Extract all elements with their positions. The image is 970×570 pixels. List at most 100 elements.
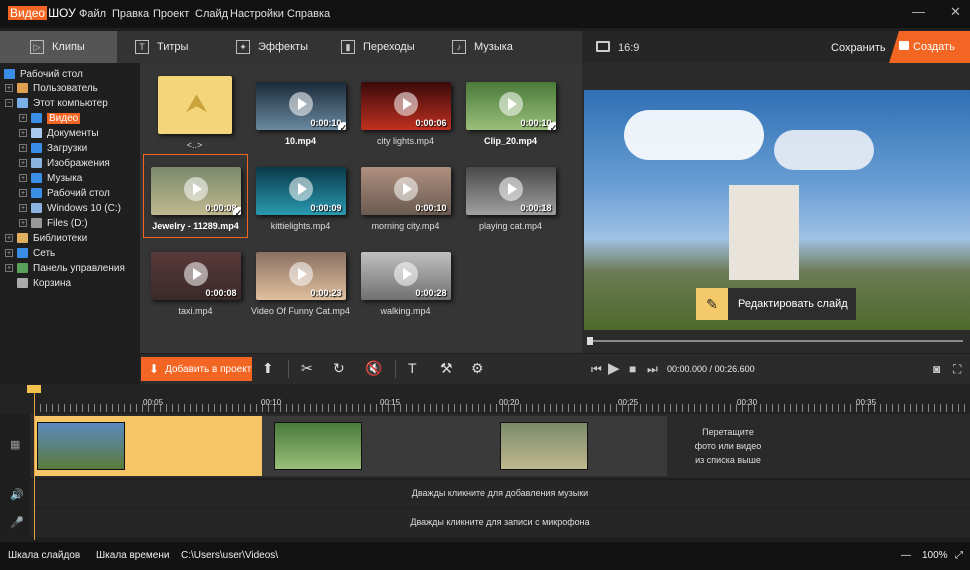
checkmark-icon: ✓ — [547, 122, 556, 130]
tree-item-desktop[interactable]: Рабочий стол — [4, 67, 83, 81]
tab-titles[interactable]: T Титры — [135, 31, 188, 63]
tree-item-this-pc[interactable]: − Этот компьютер — [5, 96, 108, 110]
expand-icon[interactable]: + — [5, 249, 13, 257]
prev-icon[interactable]: ⏮ — [591, 362, 602, 377]
timeline-clip[interactable] — [37, 422, 125, 470]
timeline-clip[interactable] — [274, 422, 362, 470]
tree-item-network[interactable]: + Сеть — [5, 246, 55, 260]
next-icon[interactable]: ⏭ — [647, 362, 658, 377]
tree-item-documents[interactable]: + Документы — [19, 126, 99, 140]
tab-transitions[interactable]: ▮ Переходы — [341, 31, 415, 63]
tree-item-control-panel[interactable]: + Панель управления — [5, 261, 125, 275]
play-button[interactable]: ▶ — [608, 359, 620, 377]
file-tile[interactable]: 0:00:18 playing cat.mp4 — [458, 167, 563, 231]
play-icon — [393, 262, 418, 286]
timeline-clip[interactable] — [500, 422, 588, 470]
download-icon — [31, 143, 42, 153]
folder-up-tile[interactable]: ⮝ <..> — [142, 76, 247, 150]
save-button[interactable]: Сохранить — [831, 42, 886, 54]
edit-slide-button[interactable]: ✎ Редактировать слайд — [696, 288, 856, 320]
expand-icon[interactable]: + — [19, 204, 27, 212]
tab-clips[interactable]: ▷ Клипы — [0, 31, 117, 63]
minimize-button[interactable]: — — [912, 4, 925, 19]
tab-effects[interactable]: ✦ Эффекты — [236, 31, 308, 63]
file-tile[interactable]: 0:00:28 walking.mp4 — [353, 252, 458, 316]
expand-icon[interactable]: + — [19, 144, 27, 152]
file-thumbnail: 0:00:10 — [360, 167, 451, 215]
checkmark-icon: ✓ — [232, 207, 241, 215]
gear-icon[interactable]: ⚙ — [471, 360, 484, 377]
mute-icon[interactable]: 🔇 — [365, 360, 382, 377]
expand-icon[interactable]: + — [19, 174, 27, 182]
cloud — [624, 110, 764, 160]
file-name: <..> — [186, 140, 203, 150]
microphone-icon: 🎤 — [10, 517, 24, 529]
aspect-ratio[interactable]: 16:9 — [618, 42, 639, 54]
menu-project[interactable]: Проект — [153, 8, 189, 20]
tree-item-recycle-bin[interactable]: Корзина — [17, 276, 71, 290]
text-icon[interactable]: T — [408, 360, 417, 376]
monitor-icon[interactable] — [596, 41, 610, 52]
control-panel-icon — [17, 263, 28, 273]
file-name: morning city.mp4 — [371, 221, 440, 231]
tree-item-libraries[interactable]: + Библиотеки — [5, 231, 87, 245]
arrow-up-icon[interactable]: ⬆ — [262, 360, 274, 377]
file-tile[interactable]: 0:00:08 taxi.mp4 — [143, 252, 248, 316]
add-to-project-button[interactable]: ⬇ Добавить в проект — [141, 357, 252, 381]
expand-icon[interactable]: + — [19, 219, 27, 227]
expand-icon[interactable]: + — [5, 84, 13, 92]
tree-item-drive-d[interactable]: + Files (D:) — [19, 216, 88, 230]
magic-wand-icon[interactable]: ⚒ — [440, 360, 453, 377]
preview-progress-bar[interactable] — [590, 340, 963, 342]
expand-icon[interactable]: + — [19, 189, 27, 197]
ruler-label: 00:25 — [618, 398, 639, 407]
network-icon — [17, 248, 28, 258]
scissors-icon[interactable]: ✂ — [301, 360, 313, 377]
checkmark-icon: ✓ — [337, 122, 346, 130]
playhead[interactable] — [34, 393, 35, 540]
menu-file[interactable]: Файл — [79, 8, 106, 20]
zoom-out-button[interactable]: — — [901, 550, 911, 561]
menu-help[interactable]: Справка — [287, 8, 330, 20]
fit-icon[interactable]: ⤢ — [955, 550, 963, 561]
tab-time-scale[interactable]: Шкала времени — [96, 550, 169, 561]
expand-icon[interactable]: + — [19, 129, 27, 137]
tab-slide-scale[interactable]: Шкала слайдов — [8, 550, 80, 561]
progress-knob[interactable] — [587, 337, 593, 345]
file-tile[interactable]: 0:00:10 morning city.mp4 — [353, 167, 458, 231]
tree-item-user[interactable]: + Пользователь — [5, 81, 98, 95]
tree-item-desktop2[interactable]: + Рабочий стол — [19, 186, 110, 200]
tree-item-video[interactable]: + Видео — [19, 111, 81, 125]
expand-icon[interactable]: + — [19, 159, 27, 167]
collapse-icon[interactable]: − — [5, 99, 13, 107]
file-thumbnail: 0:00:08 — [150, 252, 241, 300]
menu-slide[interactable]: Слайд — [195, 8, 228, 20]
expand-icon[interactable]: + — [5, 264, 13, 272]
file-name: playing cat.mp4 — [478, 221, 543, 231]
playhead-handle[interactable] — [27, 385, 41, 393]
file-tile[interactable]: 0:00:09 kittielights.mp4 — [248, 167, 353, 231]
file-tile[interactable]: 0:00:06 city lights.mp4 — [353, 82, 458, 146]
tree-item-downloads[interactable]: + Загрузки — [19, 141, 87, 155]
expand-icon[interactable]: + — [5, 234, 13, 242]
tab-music[interactable]: ♪ Музыка — [452, 31, 513, 63]
expand-icon[interactable]: + — [19, 114, 27, 122]
create-button[interactable]: Создать — [889, 31, 970, 63]
tree-item-images[interactable]: + Изображения — [19, 156, 110, 170]
file-tile[interactable]: 0:00:23 Video Of Funny Cat.mp4 — [248, 252, 353, 316]
close-button[interactable]: ✕ — [950, 4, 961, 20]
menu-settings[interactable]: Настройки — [230, 8, 284, 20]
separator — [395, 360, 396, 378]
file-tile[interactable]: 0:00:10 ✓ 10.mp4 — [248, 82, 353, 146]
file-thumbnail: 0:00:28 — [360, 252, 451, 300]
file-thumbnail: 0:00:08 ✓ — [150, 167, 241, 215]
stop-button[interactable]: ■ — [629, 362, 636, 376]
snapshot-icon[interactable]: ◙ — [933, 362, 940, 376]
rotate-icon[interactable]: ↻ — [333, 360, 345, 377]
menu-edit[interactable]: Правка — [112, 8, 149, 20]
tree-item-music[interactable]: + Музыка — [19, 171, 82, 185]
file-tile[interactable]: 0:00:10 ✓ Clip_20.mp4 — [458, 82, 563, 146]
file-tile[interactable]: 0:00:08 ✓ Jewelry - 11289.mp4 — [143, 167, 248, 231]
tree-item-drive-c[interactable]: + Windows 10 (C:) — [19, 201, 121, 215]
fullscreen-icon[interactable]: ⛶ — [953, 362, 961, 377]
